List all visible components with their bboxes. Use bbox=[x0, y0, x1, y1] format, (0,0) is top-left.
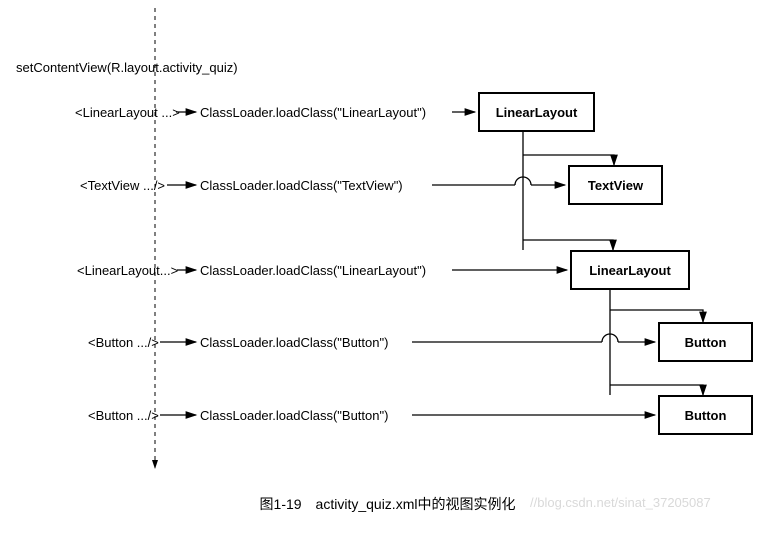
xml-button1: <Button .../> bbox=[88, 335, 159, 350]
box-button1: Button bbox=[658, 322, 753, 362]
box-linearlayout2-label: LinearLayout bbox=[589, 263, 671, 278]
loader-linearlayout2: ClassLoader.loadClass("LinearLayout") bbox=[200, 263, 426, 278]
xml-button2: <Button .../> bbox=[88, 408, 159, 423]
diagram-stage: setContentView(R.layout.activity_quiz) <… bbox=[0, 0, 775, 536]
xml-textview: <TextView .../> bbox=[80, 178, 165, 193]
box-textview: TextView bbox=[568, 165, 663, 205]
box-button2-label: Button bbox=[685, 408, 727, 423]
box-linearlayout1: LinearLayout bbox=[478, 92, 595, 132]
box-linearlayout2: LinearLayout bbox=[570, 250, 690, 290]
box-linearlayout1-label: LinearLayout bbox=[496, 105, 578, 120]
loader-button2: ClassLoader.loadClass("Button") bbox=[200, 408, 388, 423]
xml-linearlayout2: <LinearLayout...> bbox=[77, 263, 178, 278]
xml-linearlayout1: <LinearLayout ...> bbox=[75, 105, 180, 120]
loader-linearlayout1: ClassLoader.loadClass("LinearLayout") bbox=[200, 105, 426, 120]
box-textview-label: TextView bbox=[588, 178, 643, 193]
loader-textview: ClassLoader.loadClass("TextView") bbox=[200, 178, 403, 193]
figure-caption: 图1-19 activity_quiz.xml中的视图实例化 bbox=[0, 494, 775, 514]
setcontentview-text: setContentView(R.layout.activity_quiz) bbox=[16, 60, 238, 75]
loader-button1: ClassLoader.loadClass("Button") bbox=[200, 335, 388, 350]
box-button1-label: Button bbox=[685, 335, 727, 350]
box-button2: Button bbox=[658, 395, 753, 435]
